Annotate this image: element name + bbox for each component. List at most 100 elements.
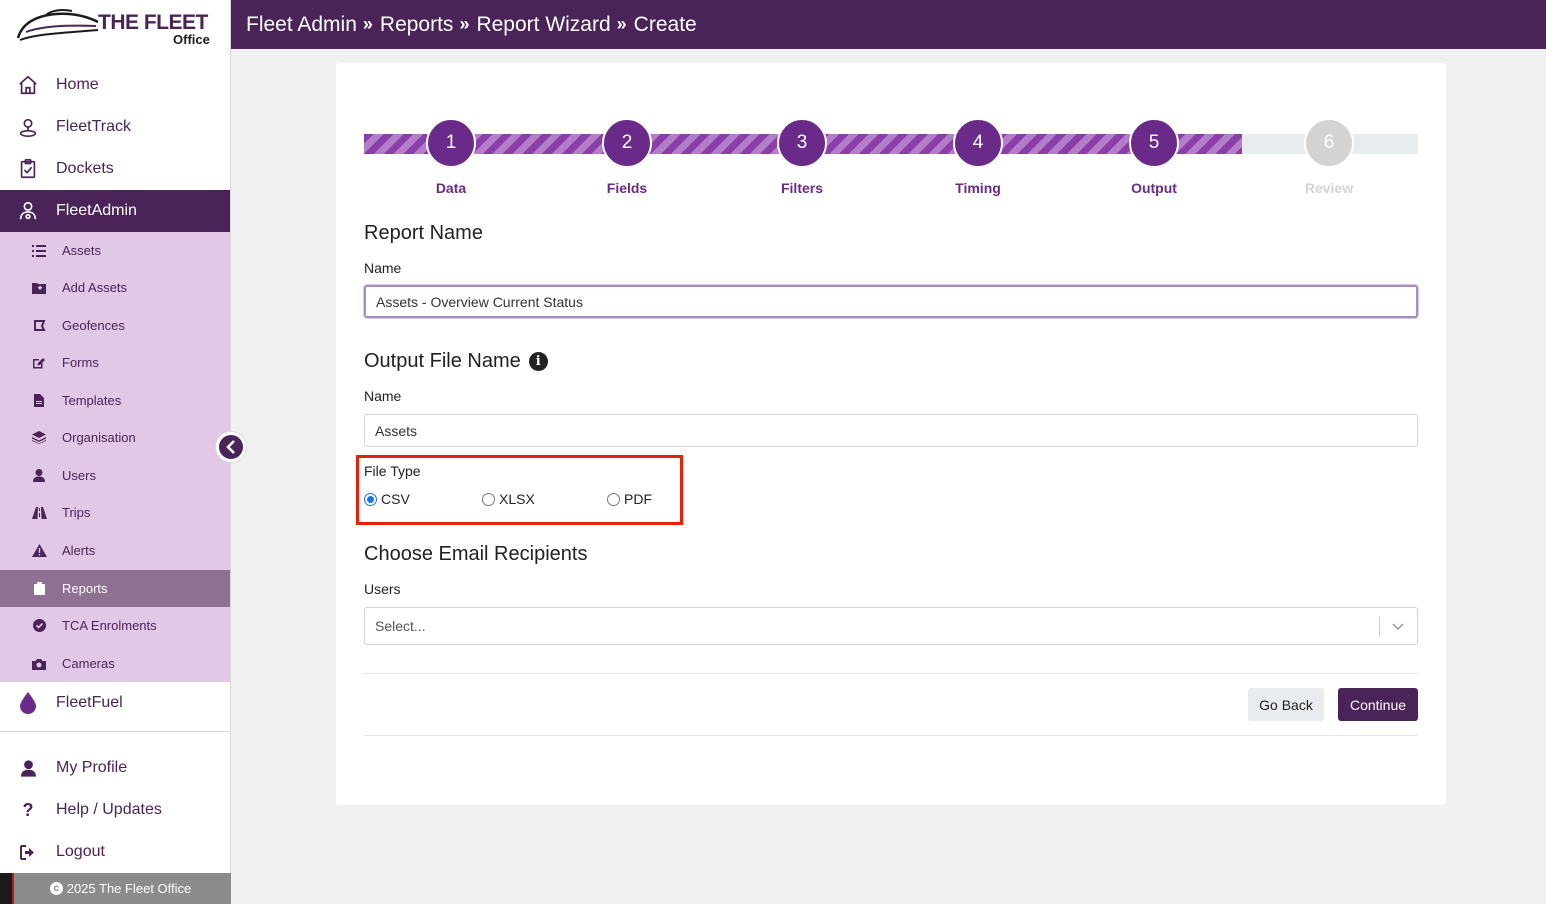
file-type-pdf-option[interactable]: PDF — [607, 491, 652, 507]
file-type-xlsx-radio[interactable] — [482, 492, 495, 506]
clipboard-check-icon — [0, 158, 56, 180]
folder-plus-icon — [0, 282, 62, 294]
sidebar-item-label: Home — [56, 76, 99, 93]
sidebar-subitem-label: Organisation — [62, 430, 136, 445]
email-recipients-heading: Choose Email Recipients — [364, 543, 588, 565]
step-review: 6 Review — [1279, 118, 1379, 196]
footer-text: 2025 The Fleet Office — [66, 881, 192, 896]
breadcrumb-item-create: Create — [633, 12, 697, 36]
sidebar-subitem-label: Cameras — [62, 656, 115, 671]
sidebar-item-label: Help / Updates — [56, 801, 162, 818]
step-label: Data — [435, 180, 467, 196]
users-select[interactable]: Select... — [364, 607, 1418, 645]
layers-icon — [0, 431, 62, 444]
map-pin-icon — [0, 116, 56, 138]
check-circle-icon — [0, 619, 62, 632]
file-type-csv-option[interactable]: CSV — [364, 491, 410, 507]
sidebar-item-label: Dockets — [56, 160, 114, 177]
report-name-heading: Report Name — [364, 222, 483, 244]
sidebar-item-logout[interactable]: Logout — [0, 831, 230, 873]
sidebar-divider — [0, 731, 230, 732]
breadcrumb-item-reports[interactable]: Reports — [380, 13, 454, 37]
step-number: 4 — [953, 118, 1003, 168]
sidebar-item-fleettrack[interactable]: FleetTrack — [0, 106, 230, 148]
sidebar-item-fleetfuel[interactable]: FleetFuel — [0, 682, 230, 724]
user-cog-icon — [0, 200, 56, 222]
sidebar-item-my-profile[interactable]: My Profile — [0, 747, 230, 789]
sidebar-subitem-label: Assets — [62, 243, 102, 258]
select-divider — [1379, 617, 1380, 637]
sidebar-item-help[interactable]: ? Help / Updates — [0, 789, 230, 831]
draw-polygon-icon — [0, 319, 62, 332]
sidebar-subitem-label: Alerts — [62, 543, 96, 558]
sidebar-item-dockets[interactable]: Dockets — [0, 148, 230, 190]
sidebar-item-label: Logout — [56, 843, 105, 860]
sidebar-subitem-users[interactable]: Users — [0, 457, 230, 494]
sidebar-item-label: My Profile — [56, 759, 128, 776]
output-heading-text: Output File Name — [364, 350, 521, 372]
breadcrumb-separator: » — [362, 14, 373, 34]
logo[interactable]: THE FLEET Office — [0, 0, 230, 64]
breadcrumb: Fleet Admin » Reports » Report Wizard » … — [231, 0, 1546, 49]
report-name-input[interactable]: Assets - Overview Current Status — [364, 285, 1418, 318]
step-fields[interactable]: 2 Fields — [577, 118, 677, 196]
step-label: Filters — [780, 180, 823, 196]
user-icon — [0, 759, 56, 777]
step-output[interactable]: 5 Output — [1104, 118, 1204, 196]
info-icon[interactable]: i — [528, 352, 548, 371]
wizard-stepper: 1 Data 2 Fields 3 Filters 4 Timing 5 Out… — [364, 118, 1418, 203]
sidebar-subitem-assets[interactable]: Assets — [0, 232, 230, 269]
file-type-pdf-radio[interactable] — [607, 492, 620, 506]
sidebar-subitem-add-assets[interactable]: Add Assets — [0, 269, 230, 306]
step-data[interactable]: 1 Data — [401, 118, 501, 196]
file-type-xlsx-option[interactable]: XLSX — [482, 491, 535, 507]
continue-button[interactable]: Continue — [1338, 688, 1418, 721]
step-label: Review — [1304, 180, 1354, 196]
sidebar-subitem-alerts[interactable]: Alerts — [0, 532, 230, 569]
report-name-label: Name — [364, 260, 402, 276]
sidebar-item-home[interactable]: Home — [0, 64, 230, 106]
sidebar-subitem-cameras[interactable]: Cameras — [0, 645, 230, 682]
list-icon — [0, 244, 62, 257]
copyright-icon: c — [49, 882, 63, 895]
step-number: 5 — [1129, 118, 1179, 168]
sidebar-subitem-reports[interactable]: Reports — [0, 570, 230, 607]
output-file-name-heading: Output File Name i — [364, 350, 548, 373]
step-number: 1 — [426, 118, 476, 168]
sidebar-subitem-label: Templates — [62, 393, 122, 408]
chevron-down-icon[interactable] — [1391, 619, 1405, 633]
chevron-left-icon — [226, 440, 235, 454]
sidebar-subitem-label: Users — [62, 468, 96, 483]
breadcrumb-separator: » — [459, 14, 469, 34]
sidebar-subitem-templates[interactable]: Templates — [0, 382, 230, 419]
sidebar-item-label: FleetTrack — [56, 118, 131, 135]
sidebar-subitem-geofences[interactable]: Geofences — [0, 307, 230, 344]
form-divider-top — [364, 673, 1418, 674]
report-wizard-card: 1 Data 2 Fields 3 Filters 4 Timing 5 Out… — [336, 63, 1446, 805]
car-logo-icon — [16, 9, 99, 41]
sidebar-item-fleetadmin[interactable]: FleetAdmin — [0, 190, 230, 232]
file-type-csv-radio[interactable] — [364, 492, 377, 506]
breadcrumb-item-fleet-admin[interactable]: Fleet Admin — [246, 13, 357, 37]
home-icon — [0, 74, 56, 96]
sidebar-subitem-forms[interactable]: Forms — [0, 344, 230, 381]
step-label: Fields — [606, 180, 648, 196]
users-label: Users — [364, 581, 401, 597]
go-back-button[interactable]: Go Back — [1248, 688, 1324, 721]
sidebar-item-label: FleetFuel — [56, 694, 123, 711]
step-timing[interactable]: 4 Timing — [928, 118, 1028, 196]
sidebar-subitem-organisation[interactable]: Organisation — [0, 419, 230, 456]
sign-out-icon — [0, 844, 56, 860]
sidebar-subitem-tca-enrolments[interactable]: TCA Enrolments — [0, 607, 230, 644]
step-number: 3 — [777, 118, 827, 168]
sidebar-subitem-label: Reports — [62, 581, 108, 596]
sidebar-subitem-trips[interactable]: Trips — [0, 494, 230, 531]
form-divider-bottom — [364, 735, 1418, 736]
logo-subtitle: Office — [173, 32, 210, 47]
collapse-sidebar-button[interactable] — [216, 432, 246, 462]
file-icon — [0, 394, 62, 407]
step-filters[interactable]: 3 Filters — [752, 118, 852, 196]
breadcrumb-item-report-wizard[interactable]: Report Wizard — [476, 13, 610, 37]
sidebar-footer: c 2025 The Fleet Office — [0, 873, 231, 904]
output-file-name-input[interactable]: Assets — [364, 414, 1418, 447]
